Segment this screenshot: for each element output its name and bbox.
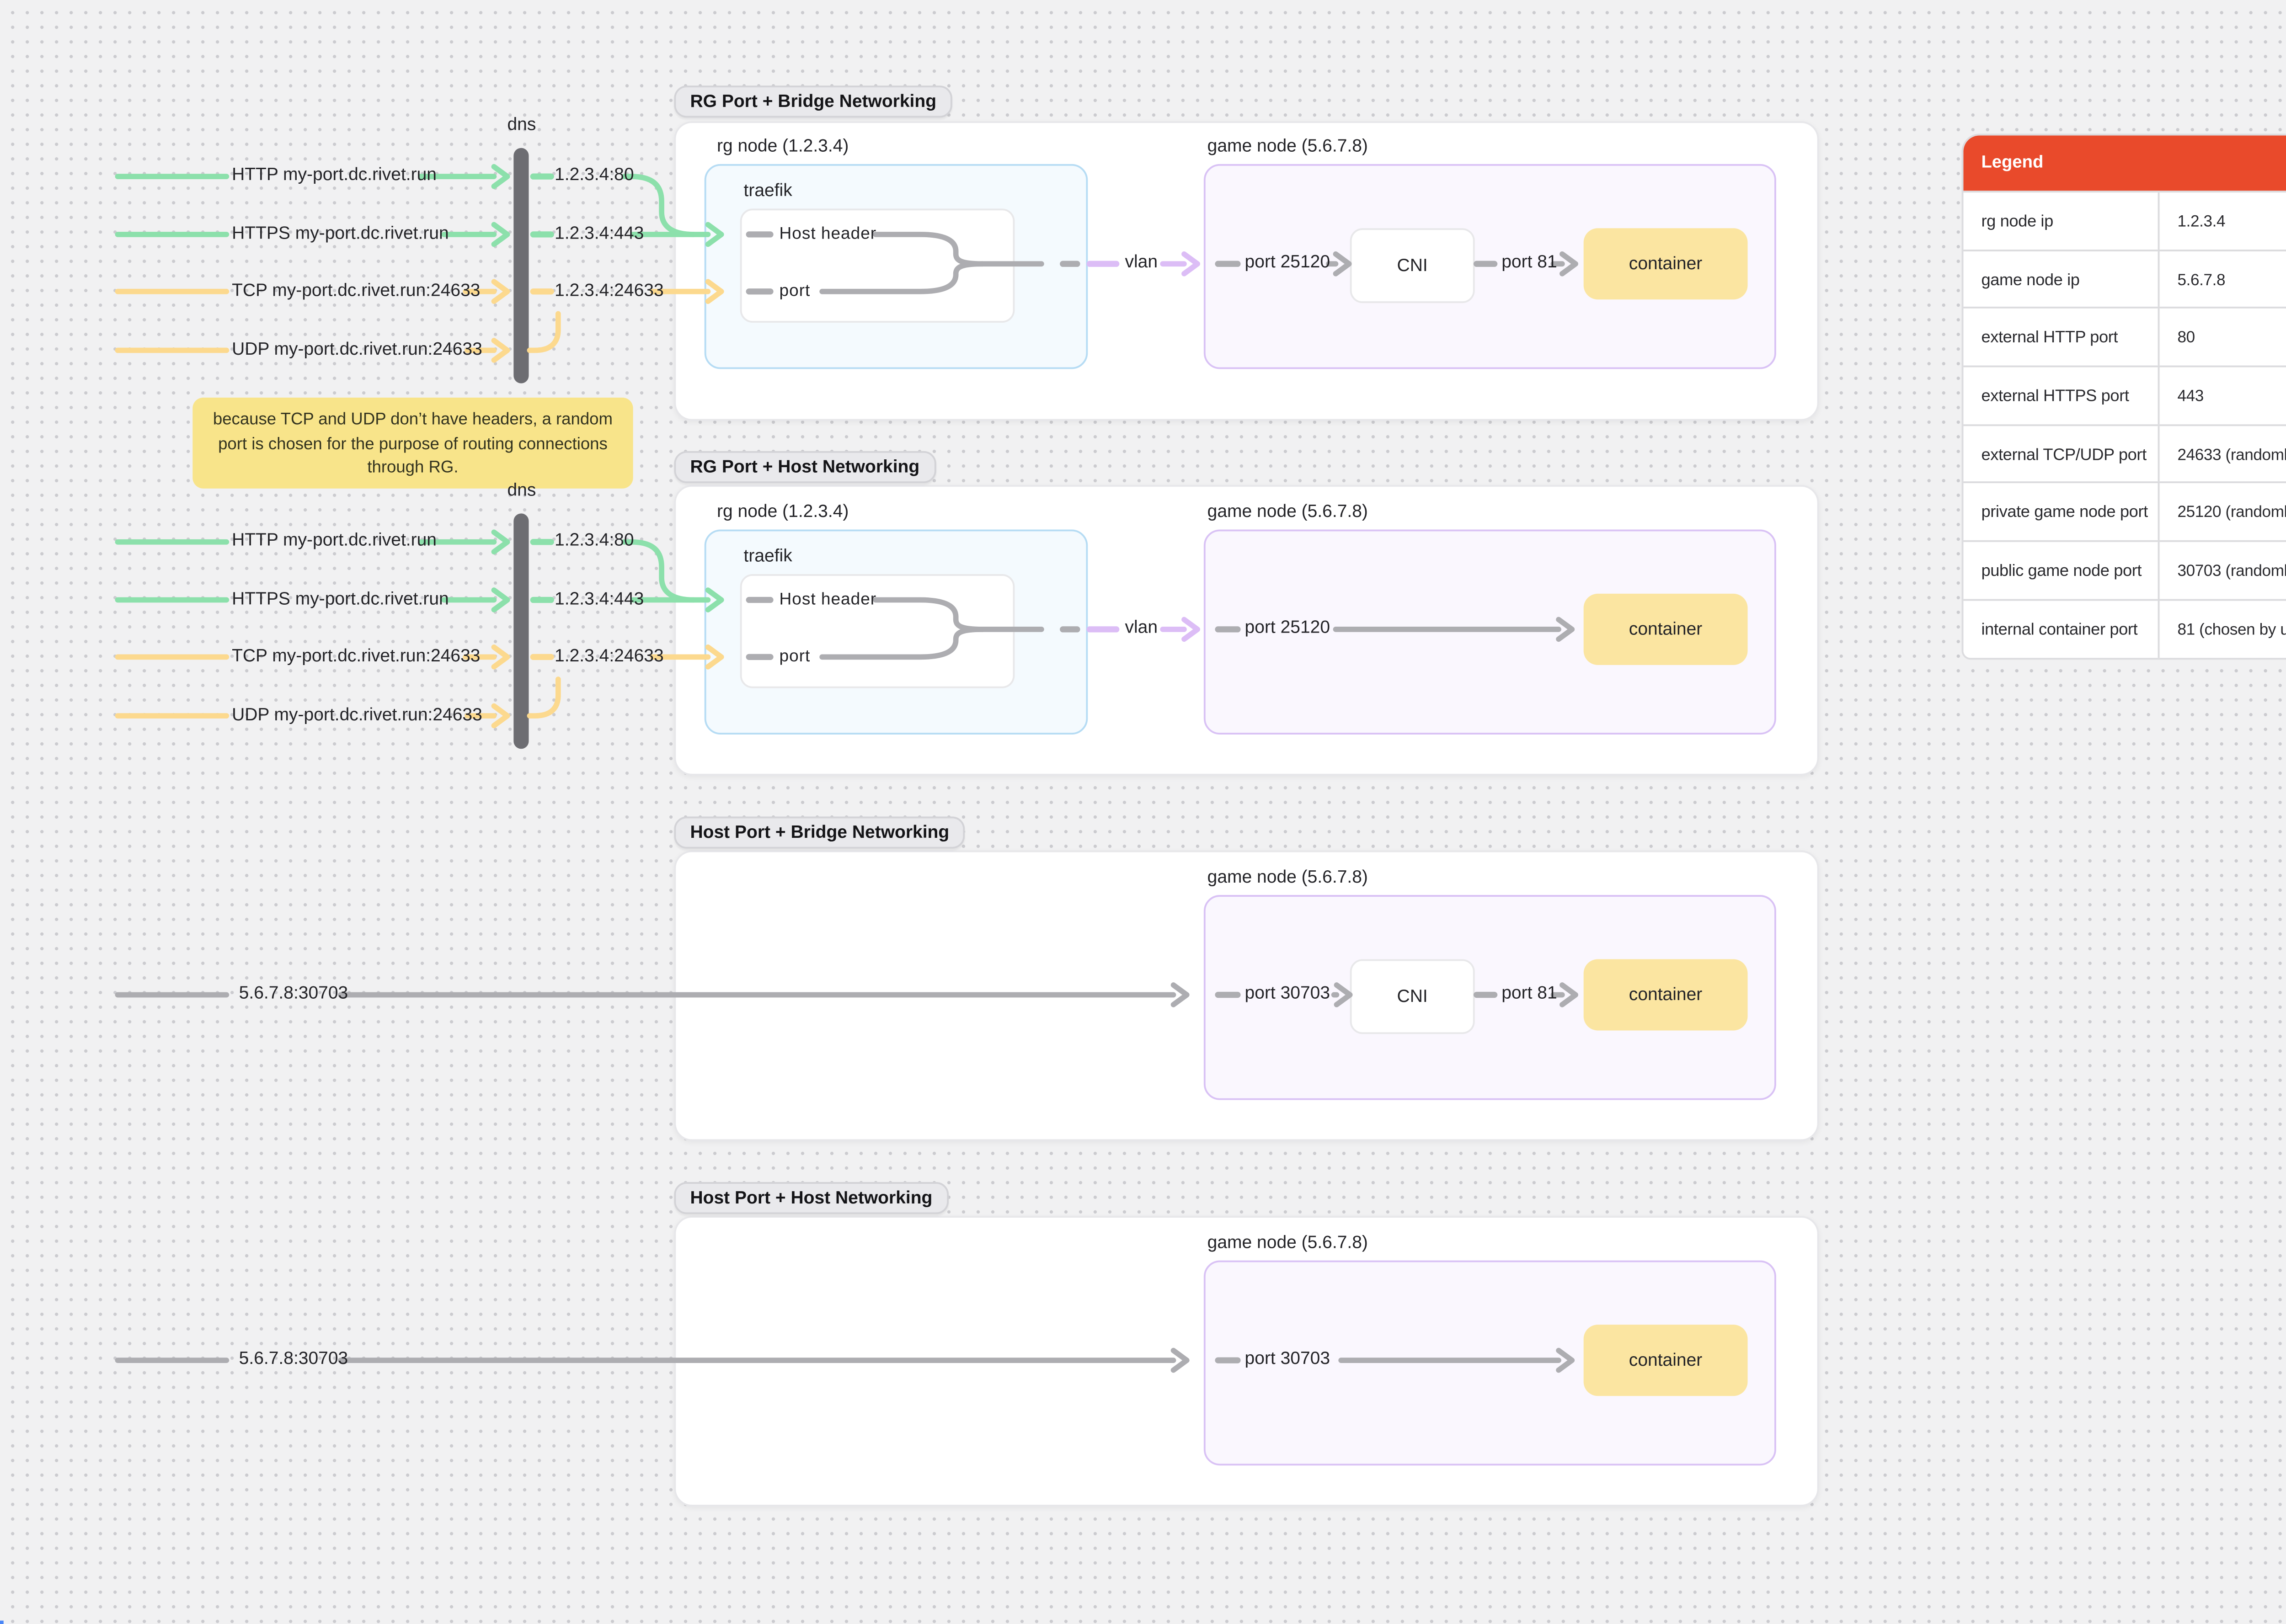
- legend-value: 5.6.7.8: [2160, 251, 2286, 308]
- table-row: external HTTP port 80: [1963, 307, 2286, 366]
- rule-host-header: Host header: [779, 224, 877, 245]
- legend-name: internal container port: [1963, 600, 2160, 657]
- container-box: container: [1583, 228, 1748, 300]
- dns-mapped-address: 1.2.3.4:80: [555, 165, 634, 186]
- dns-row-label: HTTP my-port.dc.rivet.run: [232, 165, 437, 186]
- container-box: container: [1583, 959, 1748, 1031]
- table-row: rg node ip 1.2.3.4: [1963, 191, 2286, 249]
- table-row: private game node port 25120 (randomly c…: [1963, 482, 2286, 541]
- table-row: game node ip 5.6.7.8: [1963, 249, 2286, 308]
- container-port-label: port 81: [1501, 253, 1557, 273]
- dns-mapped-address: 1.2.3.4:443: [555, 589, 644, 609]
- diagram-canvas: CNI container container CNI container co…: [0, 0, 2286, 1624]
- traefik-title: traefik: [743, 181, 792, 202]
- legend-name: private game node port: [1963, 484, 2160, 541]
- source-address: 5.6.7.8:30703: [239, 1349, 348, 1369]
- canvas-corner-artifact: [0, 1619, 4, 1624]
- legend-name: public game node port: [1963, 542, 2160, 599]
- dns-row-label: HTTP my-port.dc.rivet.run: [232, 531, 437, 551]
- legend-name: external HTTP port: [1963, 309, 2160, 366]
- game-node-title: game node (5.6.7.8): [1207, 137, 1368, 157]
- section-title-rg-bridge: RG Port + Bridge Networking: [674, 85, 953, 118]
- traefik-title: traefik: [743, 547, 792, 567]
- game-node-title: game node (5.6.7.8): [1207, 502, 1368, 522]
- dns-label: dns: [507, 116, 536, 136]
- legend-name: external HTTPS port: [1963, 367, 2160, 424]
- node-port-label: port 30703: [1244, 984, 1330, 1004]
- dns-row-label: TCP my-port.dc.rivet.run:24633: [232, 281, 481, 301]
- legend-name: rg node ip: [1963, 192, 2160, 249]
- legend-table: Legend Range rg node ip 1.2.3.4 game nod…: [1961, 133, 2286, 659]
- dns-mapped-address: 1.2.3.4:80: [555, 531, 634, 551]
- rule-port: port: [779, 282, 811, 302]
- vlan-label: vlan: [1125, 253, 1158, 273]
- legend-value: 1.2.3.4: [2160, 192, 2286, 249]
- dns-label: dns: [507, 481, 536, 501]
- dns-mapped-address: 1.2.3.4:24633: [555, 281, 664, 301]
- node-port-label: port 25120: [1244, 253, 1330, 273]
- section-title-rg-host: RG Port + Host Networking: [674, 451, 936, 484]
- legend-value: 443: [2160, 367, 2286, 424]
- rg-node-title: rg node (1.2.3.4): [717, 502, 849, 522]
- legend-name: game node ip: [1963, 250, 2160, 308]
- node-port-label: port 30703: [1244, 1349, 1330, 1369]
- legend-value: 80: [2160, 309, 2286, 366]
- table-row: public game node port 30703 (randomly ch…: [1963, 540, 2286, 599]
- game-node-title: game node (5.6.7.8): [1207, 1234, 1368, 1254]
- node-port-label: port 25120: [1244, 618, 1330, 639]
- container-box: container: [1583, 1325, 1748, 1396]
- table-row: internal container port 81 (chosen by us…: [1963, 598, 2286, 657]
- legend-header-row: Legend Range: [1963, 135, 2286, 191]
- container-port-label: port 81: [1501, 984, 1557, 1004]
- legend-value: 24633 (randomly chosen per configured po…: [2160, 426, 2286, 482]
- table-row: external TCP/UDP port 24633 (randomly ch…: [1963, 424, 2286, 482]
- dns-mapped-address: 1.2.3.4:24633: [555, 646, 664, 666]
- cni-box: CNI: [1350, 228, 1475, 304]
- section-title-host-host: Host Port + Host Networking: [674, 1182, 949, 1214]
- dns-mapped-address: 1.2.3.4:443: [555, 224, 644, 244]
- container-box: container: [1583, 593, 1748, 665]
- legend-value: 81 (chosen by user): [2160, 601, 2286, 657]
- table-row: external HTTPS port 443: [1963, 365, 2286, 424]
- rule-port: port: [779, 647, 811, 667]
- legend-value: 30703 (randomly chosen per configured ho…: [2160, 542, 2286, 599]
- legend-value: 25120 (randomly chosen per configured GG…: [2160, 484, 2286, 541]
- section-title-host-bridge: Host Port + Bridge Networking: [674, 816, 966, 849]
- legend-header-name: Legend: [1981, 153, 2044, 173]
- legend-name: external TCP/UDP port: [1963, 426, 2160, 482]
- rg-node-title: rg node (1.2.3.4): [717, 137, 849, 157]
- game-node-title: game node (5.6.7.8): [1207, 868, 1368, 888]
- dns-row-label: HTTPS my-port.dc.rivet.run: [232, 224, 449, 244]
- cni-box: CNI: [1350, 959, 1475, 1034]
- dns-row-label: UDP my-port.dc.rivet.run:24633: [232, 705, 482, 725]
- source-address: 5.6.7.8:30703: [239, 984, 348, 1004]
- rule-host-header: Host header: [779, 590, 877, 610]
- dns-row-label: HTTPS my-port.dc.rivet.run: [232, 589, 449, 609]
- vlan-label: vlan: [1125, 618, 1158, 639]
- legend-header-value: [2160, 135, 2286, 191]
- tcp-udp-note: because TCP and UDP don’t have headers, …: [192, 397, 633, 489]
- dns-row-label: UDP my-port.dc.rivet.run:24633: [232, 340, 482, 359]
- dns-row-label: TCP my-port.dc.rivet.run:24633: [232, 646, 481, 666]
